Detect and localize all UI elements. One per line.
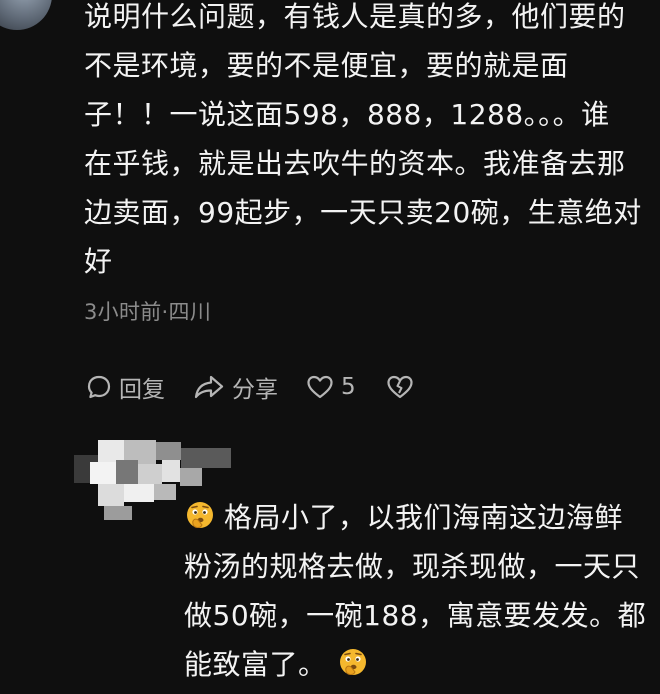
share-label: 分享 [232,377,278,403]
comment-meta: 3小时前·四川 [84,300,212,324]
comment-line: 子！！一说这面598，888，1288。。。谁 [84,98,610,131]
reply-label: 回复 [119,377,165,403]
heart-icon [306,374,334,400]
comment-line: 好 [84,245,113,278]
comment-item: 格局小了，以我们海南这边海鲜 粉汤的规格去做，现杀现做，一天只 做50碗，一碗1… [184,493,654,689]
like-count: 5 [341,374,356,400]
comment-actions: 回复 分享 5 [86,370,644,404]
dislike-button[interactable] [386,374,414,400]
comment-line: 在乎钱，就是出去吹牛的资本。我准备去那 [84,147,626,180]
comment-line: 粉汤的规格去做，现杀现做，一天只 [184,550,641,583]
comment-line: 做50碗，一碗188，寓意要发发。都 [184,599,647,632]
comment-item: 说明什么问题，有钱人是真的多，他们要的 不是环境，要的不是便宜，要的就是面 子！… [84,0,644,404]
avatar[interactable] [0,0,52,30]
reply-button[interactable]: 回复 [86,370,165,404]
comment-text: 格局小了，以我们海南这边海鲜 粉汤的规格去做，现杀现做，一天只 做50碗，一碗1… [184,493,654,689]
comment-line: 说明什么问题，有钱人是真的多，他们要的 [84,0,626,33]
share-button[interactable]: 分享 [193,370,278,404]
thinking-face-icon [184,498,216,530]
comment-line: 能致富了。 [184,648,327,681]
like-button[interactable]: 5 [306,374,356,400]
comment-line: 边卖面，99起步，一天只卖20碗，生意绝对 [84,196,642,229]
comment-line: 不是环境，要的不是便宜，要的就是面 [84,49,569,82]
share-arrow-icon [193,374,225,400]
speech-bubble-icon [86,374,112,400]
broken-heart-icon [386,374,414,400]
comment-line: 格局小了，以我们海南这边海鲜 [224,501,624,534]
comment-text: 说明什么问题，有钱人是真的多，他们要的 不是环境，要的不是便宜，要的就是面 子！… [84,0,644,286]
thinking-face-icon [337,645,369,677]
